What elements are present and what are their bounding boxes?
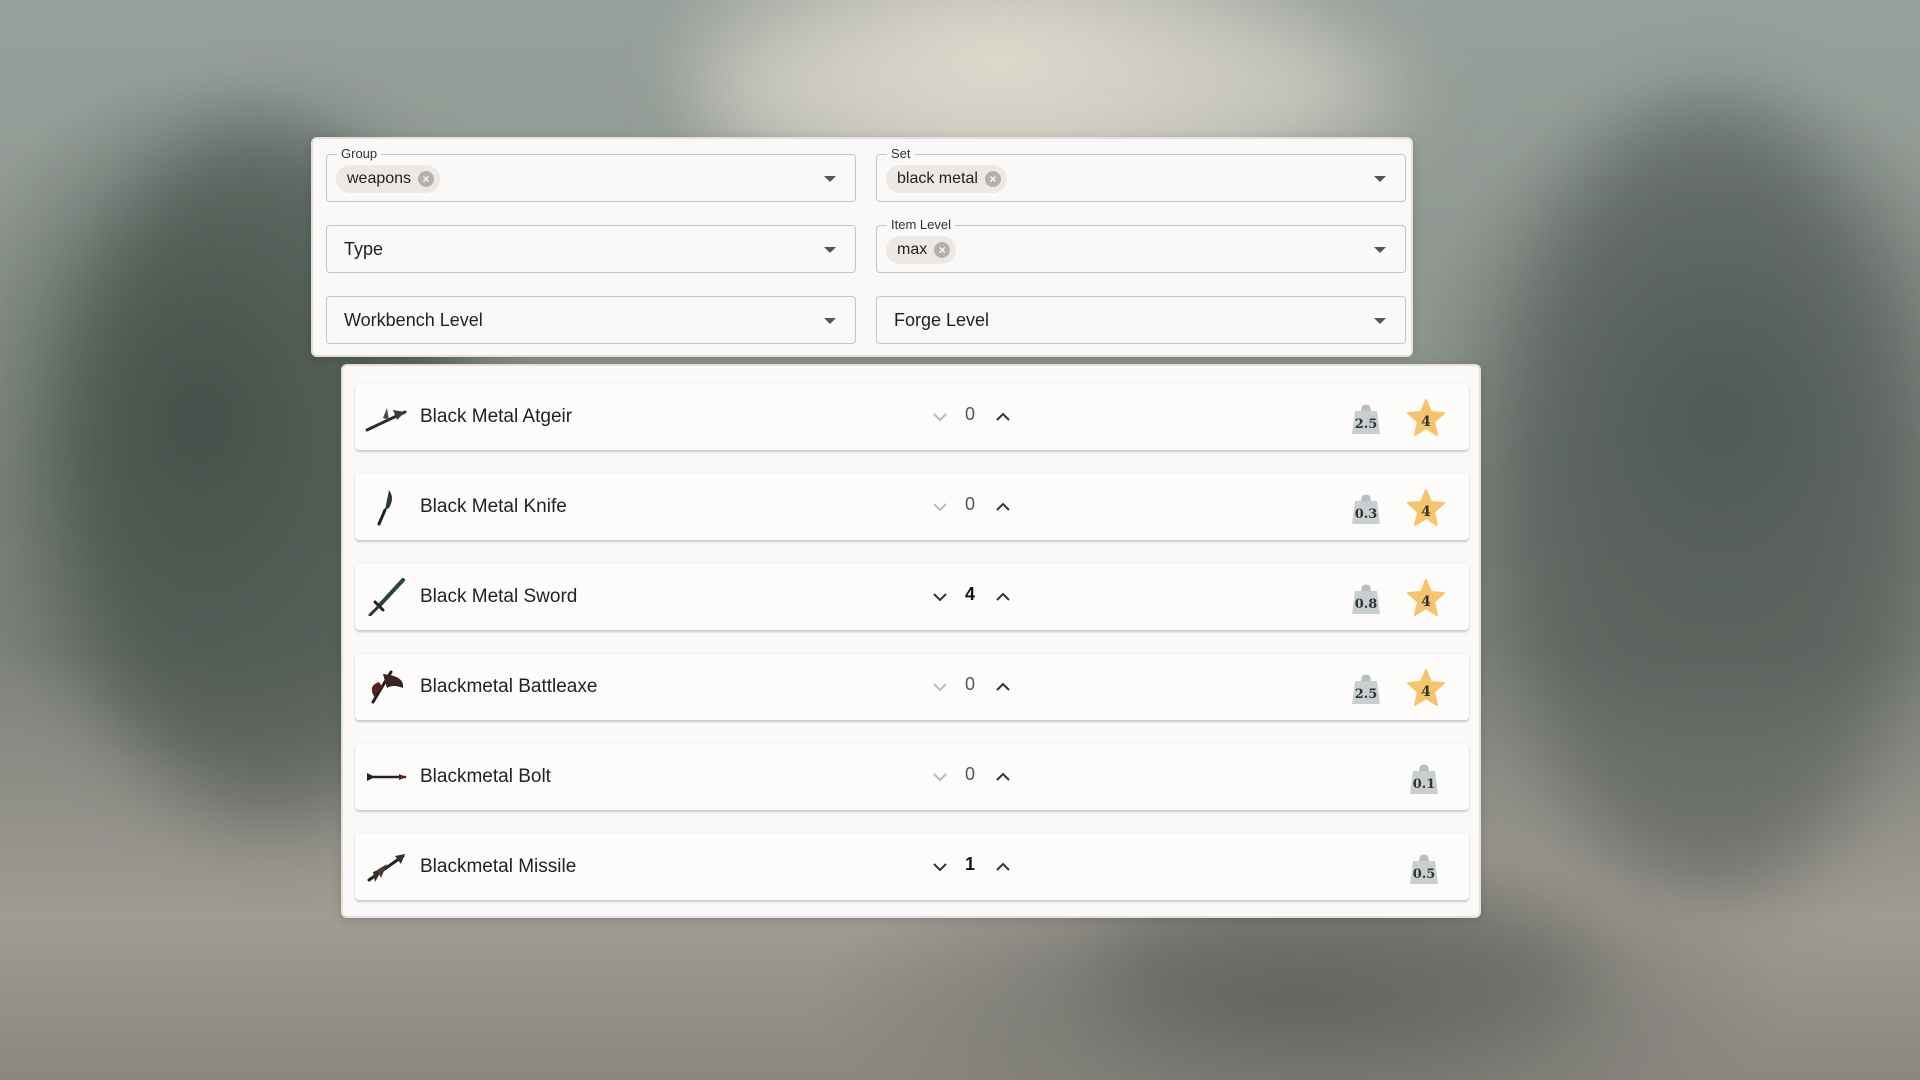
weight-icon: 2.5 xyxy=(1352,404,1380,434)
quantity-value: 0 xyxy=(964,674,975,694)
decrement-chevron-icon[interactable] xyxy=(929,496,951,518)
item-level-value: 4 xyxy=(1421,504,1431,520)
atgeir-icon xyxy=(365,408,407,432)
weight-icon: 0.5 xyxy=(1410,854,1438,884)
quantity-value: 0 xyxy=(964,494,975,514)
decrement-chevron-icon[interactable] xyxy=(929,586,951,608)
increment-chevron-icon[interactable] xyxy=(992,496,1014,518)
star-icon: 4 xyxy=(1407,489,1445,526)
weight-value: 0.8 xyxy=(1355,597,1378,612)
type-placeholder: Type xyxy=(344,239,384,259)
weight-icon: 0.3 xyxy=(1352,494,1380,524)
battleaxe-icon xyxy=(371,670,404,704)
remove-chip-icon[interactable]: × xyxy=(418,171,435,187)
list-item: Blackmetal Missile 1 0.5 xyxy=(355,834,1469,900)
list-item: Black Metal Sword 4 0.8 4 xyxy=(355,564,1469,630)
increment-chevron-icon[interactable] xyxy=(992,406,1014,428)
quantity-value: 4 xyxy=(964,584,975,604)
weight-icon: 2.5 xyxy=(1352,674,1380,704)
dropdown-caret-icon[interactable] xyxy=(1374,247,1386,253)
group-chip-label: weapons xyxy=(347,170,412,187)
item-level-value: 4 xyxy=(1421,594,1431,610)
decrement-chevron-icon[interactable] xyxy=(929,856,951,878)
weight-value: 0.1 xyxy=(1413,777,1436,792)
quantity-value: 0 xyxy=(964,404,975,424)
weight-icon: 0.8 xyxy=(1352,584,1380,614)
decrement-chevron-icon[interactable] xyxy=(929,676,951,698)
item-level-chip: max × xyxy=(886,236,957,264)
group-select[interactable]: Group weapons × xyxy=(326,146,856,202)
star-icon: 4 xyxy=(1407,399,1445,436)
item-name: Black Metal Sword xyxy=(420,586,578,607)
item-name: Black Metal Atgeir xyxy=(420,406,573,427)
weight-value: 2.5 xyxy=(1355,687,1378,702)
dropdown-caret-icon[interactable] xyxy=(1374,176,1386,182)
workbench-level-placeholder: Workbench Level xyxy=(344,310,483,330)
increment-chevron-icon[interactable] xyxy=(992,766,1014,788)
weight-value: 2.5 xyxy=(1355,417,1378,432)
workbench-level-select[interactable]: Workbench Level xyxy=(326,296,856,344)
quantity-value: 1 xyxy=(964,854,975,874)
filter-panel: Group weapons × Set black metal × Type I… xyxy=(311,137,1413,357)
dropdown-caret-icon[interactable] xyxy=(824,247,836,253)
sword-icon xyxy=(368,578,405,616)
remove-chip-icon[interactable]: × xyxy=(984,171,1001,187)
decrement-chevron-icon[interactable] xyxy=(929,406,951,428)
weight-value: 0.3 xyxy=(1355,507,1378,522)
group-chip: weapons × xyxy=(336,165,441,193)
increment-chevron-icon[interactable] xyxy=(992,676,1014,698)
dropdown-caret-icon[interactable] xyxy=(824,318,836,324)
item-list: Black Metal Atgeir 0 2.5 4 Black Metal K… xyxy=(341,364,1481,918)
list-item: Blackmetal Bolt 0 0.1 xyxy=(355,744,1469,810)
item-name: Blackmetal Missile xyxy=(420,856,577,877)
decrement-chevron-icon[interactable] xyxy=(929,766,951,788)
list-item: Black Metal Atgeir 0 2.5 4 xyxy=(355,384,1469,450)
star-icon: 4 xyxy=(1407,669,1445,706)
quantity-value: 0 xyxy=(964,764,975,784)
set-chip-label: black metal xyxy=(897,170,978,187)
weight-icon: 0.1 xyxy=(1410,764,1438,794)
item-level-value: 4 xyxy=(1421,414,1431,430)
weight-value: 0.5 xyxy=(1413,867,1436,882)
list-item: Black Metal Knife 0 0.3 4 xyxy=(355,474,1469,540)
dropdown-caret-icon[interactable] xyxy=(1374,318,1386,324)
type-select[interactable]: Type xyxy=(326,225,856,273)
item-level-value: 4 xyxy=(1421,684,1431,700)
missile-icon xyxy=(367,854,405,882)
item-name: Blackmetal Battleaxe xyxy=(420,676,598,697)
list-item: Blackmetal Battleaxe 0 2.5 4 xyxy=(355,654,1469,720)
item-level-label: Item Level xyxy=(887,217,955,233)
increment-chevron-icon[interactable] xyxy=(992,856,1014,878)
forge-level-select[interactable]: Forge Level xyxy=(876,296,1406,344)
item-name: Blackmetal Bolt xyxy=(420,766,551,787)
set-chip: black metal × xyxy=(886,165,1007,193)
group-label: Group xyxy=(337,146,382,162)
dropdown-caret-icon[interactable] xyxy=(824,176,836,182)
item-name: Black Metal Knife xyxy=(420,496,567,517)
item-level-select[interactable]: Item Level max × xyxy=(876,217,1406,273)
bolt-icon xyxy=(367,773,407,781)
forge-level-placeholder: Forge Level xyxy=(894,310,990,330)
knife-icon xyxy=(377,490,392,526)
remove-chip-icon[interactable]: × xyxy=(934,242,951,258)
set-select[interactable]: Set black metal × xyxy=(876,146,1406,202)
item-level-chip-label: max xyxy=(897,241,928,258)
set-label: Set xyxy=(887,146,915,162)
star-icon: 4 xyxy=(1407,579,1445,616)
increment-chevron-icon[interactable] xyxy=(992,586,1014,608)
